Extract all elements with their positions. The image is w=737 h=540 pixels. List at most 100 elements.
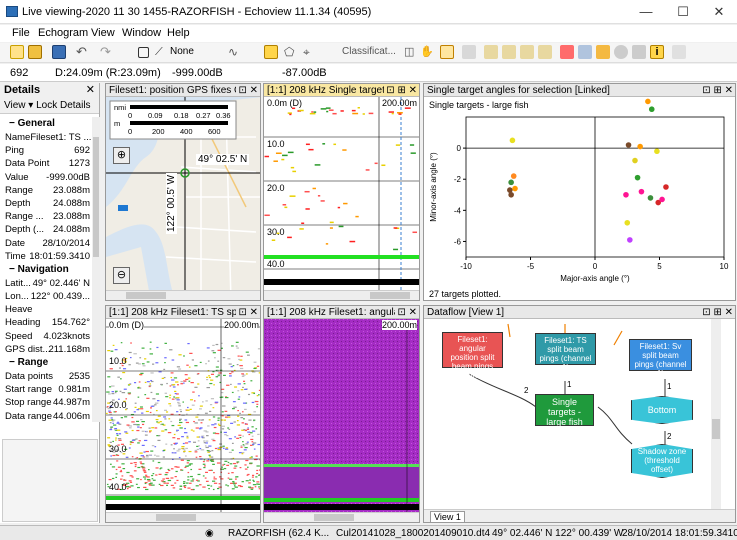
graph-icon[interactable] — [484, 45, 498, 59]
scroll-thumb[interactable] — [126, 292, 166, 299]
ts-echo-mark — [207, 484, 210, 487]
dataflow-node-ts[interactable]: Fileset1: TS split beam pings (channel 1… — [535, 333, 596, 372]
ts-echo-mark — [107, 437, 111, 439]
ts-echo-mark — [231, 391, 234, 394]
new-file-icon[interactable] — [10, 45, 24, 59]
pane-buttons[interactable]: ⊡ ✕ — [236, 84, 258, 96]
status-icon: ◉ — [205, 528, 214, 539]
hand-icon[interactable]: ✋ — [420, 45, 434, 59]
graph3-icon[interactable] — [520, 45, 534, 59]
vertical-line-tool-icon[interactable] — [264, 45, 278, 59]
zoom-out-icon[interactable]: ⊖ — [113, 267, 130, 284]
single-target-plot[interactable] — [264, 97, 420, 292]
ts-echo-mark — [151, 474, 154, 477]
close-button[interactable]: ✕ — [701, 0, 737, 24]
angular-echogram-plot[interactable] — [264, 319, 420, 514]
scroll-thumb[interactable] — [314, 514, 354, 521]
dataflow-node-shadow-zone[interactable]: Shadow zone (threshold offset) — [631, 444, 693, 478]
print-icon[interactable] — [632, 45, 646, 59]
ts-echo-mark — [251, 474, 255, 476]
details-scrollbar[interactable] — [92, 117, 100, 422]
ts-echo-mark — [199, 484, 202, 486]
zoom-icon[interactable] — [462, 45, 476, 59]
ts-echo-mark — [238, 358, 241, 361]
select-rectangle-icon[interactable] — [138, 47, 149, 58]
pane-buttons[interactable]: ⊡ ⊞ ✕ — [700, 84, 733, 96]
minimize-button[interactable]: — — [628, 0, 664, 24]
brush-icon[interactable]: ⌖ — [303, 45, 317, 59]
pane-buttons[interactable]: ⊡ ⊞ ✕ — [700, 306, 733, 318]
line-style-icon[interactable]: ⟋ — [155, 45, 169, 59]
ts-echo-mark — [180, 410, 182, 413]
ts-echo-mark — [208, 375, 210, 377]
zoom-in-icon[interactable]: ⊕ — [113, 147, 130, 164]
gps-hscroll[interactable] — [106, 290, 260, 300]
scroll-thumb[interactable] — [370, 292, 410, 299]
graph4-icon[interactable] — [538, 45, 552, 59]
ts-echo-mark — [168, 418, 171, 420]
details-close-icon[interactable]: ✕ — [86, 83, 95, 98]
nmi-tick: 0.36 — [216, 111, 231, 120]
curve-icon[interactable] — [560, 45, 574, 59]
ts-echo-mark — [212, 488, 215, 491]
menu-echogram[interactable]: Echogram — [38, 27, 88, 39]
ts-echo-mark — [187, 479, 190, 481]
ts-echo-mark — [172, 487, 176, 489]
details-key: Latit... — [5, 277, 31, 289]
ts-hscroll[interactable] — [106, 512, 260, 522]
ts-echo-mark — [170, 484, 174, 486]
undo-icon[interactable]: ↶ — [76, 45, 90, 59]
classification-select[interactable]: Classificat... — [342, 46, 396, 57]
ts-echo-mark — [162, 478, 165, 480]
scroll-thumb[interactable] — [156, 514, 196, 521]
single-hscroll[interactable] — [264, 290, 419, 300]
lock-details-button[interactable]: Lock Details — [36, 100, 90, 111]
dataflow-icon[interactable] — [596, 45, 610, 59]
details-row: Depth 24.088m — [0, 197, 92, 210]
tab-view-1[interactable]: View 1 — [430, 511, 465, 522]
menu-view[interactable]: View — [91, 27, 115, 39]
open-folder-icon[interactable] — [28, 45, 42, 59]
ts-echo-mark — [221, 428, 225, 430]
line-style-select[interactable]: None — [170, 46, 194, 57]
info-icon[interactable]: i — [650, 45, 664, 59]
menu-file[interactable]: File — [12, 27, 30, 39]
ts-echo-mark — [251, 426, 254, 428]
angular-hscroll[interactable] — [264, 512, 419, 522]
dataflow-node-angular[interactable]: Fileset1: angular position split beam pi… — [442, 332, 503, 380]
pane-buttons[interactable]: ⊡ ✕ — [236, 306, 258, 318]
ts-echo-mark — [199, 405, 203, 407]
ts-echogram-plot[interactable] — [106, 319, 261, 514]
pane-buttons[interactable]: ⊡ ✕ — [395, 306, 417, 318]
region-icon[interactable]: ◫ — [404, 45, 418, 59]
angles-scatter-chart[interactable]: -10 -5 0 5 10 0 -2 -4 -6 Major-axis angle (°) Mino… — [424, 97, 736, 301]
target-icon[interactable] — [440, 45, 454, 59]
settings-icon[interactable] — [614, 45, 628, 59]
dataflow-node-bottom[interactable]: Bottom — [631, 396, 693, 424]
details-section-header[interactable]: − Navigation — [0, 263, 92, 277]
ts-echo-mark — [188, 450, 192, 453]
polygon-icon[interactable]: ⬠ — [284, 45, 298, 59]
ts-echo-mark — [171, 379, 175, 381]
axes-icon[interactable] — [578, 45, 592, 59]
redo-icon[interactable]: ↷ — [100, 45, 114, 59]
polyline-icon[interactable]: ∿ — [228, 45, 242, 59]
save-icon[interactable] — [52, 45, 66, 59]
ts-echo-mark — [121, 475, 124, 477]
ts-echo-mark — [256, 469, 259, 472]
details-view-menu[interactable]: View — [4, 100, 26, 111]
details-section-header[interactable]: − General — [0, 117, 92, 131]
dataflow-node-sv[interactable]: Fileset1: Sv split beam pings (channel 1… — [629, 339, 692, 378]
pane-buttons[interactable]: ⊡ ⊞ ✕ — [384, 84, 417, 96]
maximize-button[interactable]: ☐ — [665, 0, 701, 24]
details-section-header[interactable]: − Range — [0, 356, 92, 370]
graph2-icon[interactable] — [502, 45, 516, 59]
menu-help[interactable]: Help — [167, 27, 190, 39]
ts-echo-mark — [117, 376, 120, 378]
help-icon[interactable] — [672, 45, 686, 59]
latitude-label: 49° 02.5' N — [196, 154, 250, 165]
dataflow-node-single-targets[interactable]: Single targets - large fish — [535, 394, 594, 427]
details-row: Value -999.00dB — [0, 171, 92, 184]
details-scroll-thumb[interactable] — [93, 137, 99, 257]
menu-window[interactable]: Window — [122, 27, 161, 39]
